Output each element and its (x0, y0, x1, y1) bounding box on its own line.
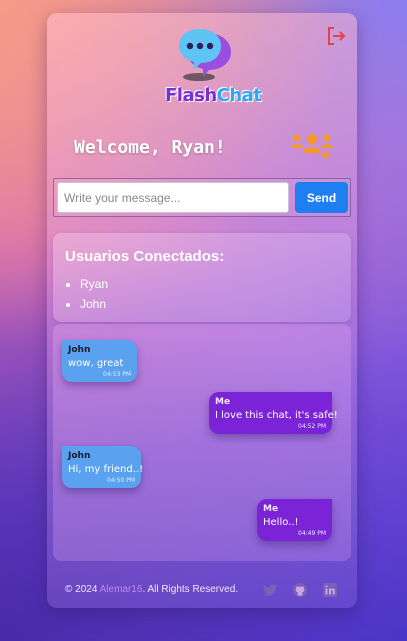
message-author: John (68, 451, 91, 461)
message-text: Hi, my friend..! (68, 464, 144, 475)
linkedin-icon[interactable] (322, 582, 338, 598)
brand-part-2: Chat (216, 85, 262, 106)
copyright-text: © 2024 (65, 584, 100, 595)
twitter-icon[interactable] (262, 582, 278, 598)
user-list-item: Ryan (80, 277, 108, 291)
chat-card: FlashChat Welcome, Ryan! Send Usuarios C… (47, 13, 357, 608)
message-text: I love this chat, it's safe! (215, 410, 338, 421)
send-button[interactable]: Send (295, 182, 348, 213)
logout-icon[interactable] (325, 25, 347, 47)
connected-users-panel: Usuarios Conectados: Ryan John (53, 233, 351, 322)
message-author: Me (215, 397, 231, 407)
connected-users-list: Ryan John (80, 277, 108, 317)
connected-users-title: Usuarios Conectados: (65, 248, 225, 265)
message-composer: Send (53, 178, 351, 217)
message-bubble: Me Hello..! 04:49 PM (257, 499, 332, 541)
message-time: 04:50 PM (107, 477, 135, 484)
message-bubble: John Hi, my friend..! 04:50 PM (62, 446, 144, 488)
message-text: wow, great (68, 358, 124, 369)
message-bubble: Me I love this chat, it's safe! 04:52 PM (209, 392, 338, 434)
footer-copyright: © 2024 Alemar16. All Rights Reserved. (65, 584, 238, 595)
welcome-heading: Welcome, Ryan! (74, 137, 226, 158)
message-time: 04:52 PM (298, 423, 326, 430)
chat-messages-panel[interactable]: John wow, great 04:53 PM Me I love this … (53, 324, 351, 561)
message-author: John (68, 345, 91, 355)
chat-bubble-icon (175, 25, 235, 90)
social-links (262, 582, 338, 598)
author-link[interactable]: Alemar16 (100, 584, 143, 595)
message-time: 04:49 PM (298, 530, 326, 537)
message-time: 04:53 PM (103, 371, 131, 378)
rights-text: . All Rights Reserved. (142, 584, 239, 595)
message-bubble: John wow, great 04:53 PM (62, 340, 137, 382)
message-text: Hello..! (263, 517, 299, 528)
message-author: Me (263, 504, 279, 514)
brand-name: FlashChat (165, 85, 262, 106)
message-input[interactable] (57, 182, 289, 213)
github-icon[interactable] (292, 582, 308, 598)
user-list-item: John (80, 297, 108, 311)
brand-part-1: Flash (165, 85, 217, 106)
add-users-icon[interactable] (291, 131, 333, 168)
